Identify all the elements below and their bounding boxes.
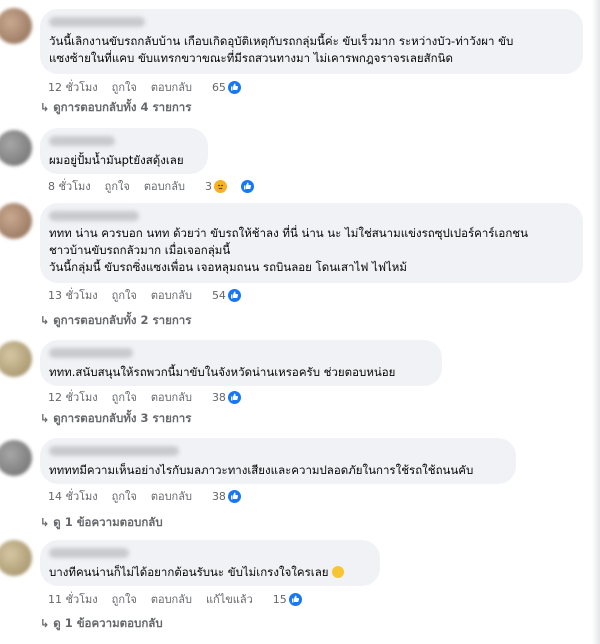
like-icon [227,288,241,302]
timestamp[interactable]: 11 ชั่วโมง [48,590,98,608]
reply-button[interactable]: ตอบกลับ [151,590,192,608]
edited-label: แก้ไขแล้ว [205,593,253,606]
comment-actions: 14 ชั่วโมง ถูกใจ ตอบกลับ 38 [48,487,255,505]
reply-arrow-icon: ↳ [40,101,50,114]
timestamp[interactable]: 8 ชั่วโมง [48,177,91,195]
like-button[interactable]: ถูกใจ [105,177,130,195]
sad-face-emoji-icon [331,566,344,578]
comment-text: ททททมีความเห็นอย่างไรกับมลภาวะทางเสียงแล… [49,463,474,477]
view-replies-link[interactable]: ↳ ดูการตอบกลับทั้ง 3 รายการ [40,410,191,428]
reply-button[interactable]: ตอบกลับ [151,388,192,406]
comment-actions: 12 ชั่วโมง ถูกใจ ตอบกลับ 38 [48,388,255,406]
comment-text: บางทีคนน่านก็ไม่ได้อยากต้อนรับนะ ขับไม่เ… [49,564,368,581]
commenter-name[interactable] [49,446,179,456]
reply-button[interactable]: ตอบกลับ [151,78,192,96]
reply-arrow-icon: ↳ [40,516,50,529]
comment-actions: 8 ชั่วโมง ถูกใจ ตอบกลับ 3 [48,177,268,195]
commenter-name[interactable] [49,211,139,221]
comment-actions: 12 ชั่วโมง ถูกใจ ตอบกลับ 65 [48,78,255,96]
avatar[interactable] [0,130,32,166]
reaction-count[interactable]: 65 [212,80,255,94]
commenter-name[interactable] [49,348,133,358]
comment-bubble: บางทีคนน่านก็ไม่ได้อยากต้อนรับนะ ขับไม่เ… [40,540,380,586]
like-button[interactable]: ถูกใจ [112,286,137,304]
timestamp[interactable]: 12 ชั่วโมง [48,78,98,96]
scroll-edge [592,0,600,644]
comment-bubble: วันนี้เลิกงานขับรถกลับบ้าน เกือบเกิดอุบั… [40,9,583,74]
reaction-count[interactable]: 3 [205,179,268,193]
like-button[interactable]: ถูกใจ [112,388,137,406]
sad-icon [213,179,227,193]
like-button[interactable]: ถูกใจ [112,78,137,96]
comment-text: วันนี้เลิกงานขับรถกลับบ้าน เกือบเกิดอุบั… [49,34,514,65]
comment-bubble: ททท.สนับสนุนให้รถพวกนี้มาขับในจังหวัดน่า… [40,340,442,386]
reaction-count[interactable]: 15 [273,592,316,606]
view-replies-link[interactable]: ↳ ดู 1 ข้อความตอบกลับ [40,615,163,633]
commenter-name[interactable] [49,136,115,146]
reply-arrow-icon: ↳ [40,314,50,327]
view-replies-link[interactable]: ↳ ดูการตอบกลับทั้ง 2 รายการ [40,312,191,330]
like-button[interactable]: ถูกใจ [112,487,137,505]
commenter-name[interactable] [49,548,129,558]
reply-arrow-icon: ↳ [40,617,50,630]
like-icon [288,592,302,606]
timestamp[interactable]: 13 ชั่วโมง [48,286,98,304]
avatar[interactable] [0,203,32,239]
avatar[interactable] [0,341,32,377]
like-button[interactable]: ถูกใจ [112,590,137,608]
reply-button[interactable]: ตอบกลับ [151,487,192,505]
comment-text: ททท.สนับสนุนให้รถพวกนี้มาขับในจังหวัดน่า… [49,365,396,379]
timestamp[interactable]: 12 ชั่วโมง [48,388,98,406]
timestamp[interactable]: 14 ชั่วโมง [48,487,98,505]
reply-arrow-icon: ↳ [40,412,50,425]
comment-bubble: ททท น่าน ควรบอก นทท ด้วยว่า ขับรถให้ช้าล… [40,203,583,283]
commenter-name[interactable] [49,17,145,27]
reply-button[interactable]: ตอบกลับ [151,286,192,304]
comment-text: ททท น่าน ควรบอก นทท ด้วยว่า ขับรถให้ช้าล… [49,226,528,274]
like-icon [227,390,241,404]
comment-bubble: ททททมีความเห็นอย่างไรกับมลภาวะทางเสียงแล… [40,438,516,484]
like-icon [227,80,241,94]
comment-text: ผมอยู่ปั้มน้ำมันptยังสดุ้งเลย [49,153,184,167]
comment-actions: 11 ชั่วโมง ถูกใจ ตอบกลับ แก้ไขแล้ว 15 [48,590,316,608]
reply-button[interactable]: ตอบกลับ [144,177,185,195]
reaction-count[interactable]: 38 [212,390,255,404]
avatar[interactable] [0,8,32,44]
comment-bubble: ผมอยู่ปั้มน้ำมันptยังสดุ้งเลย [40,128,208,174]
view-replies-link[interactable]: ↳ ดูการตอบกลับทั้ง 4 รายการ [40,99,191,117]
avatar[interactable] [0,540,32,576]
like-icon [240,179,254,193]
reaction-count[interactable]: 54 [212,288,255,302]
like-icon [227,489,241,503]
reaction-count[interactable]: 38 [212,489,255,503]
view-replies-link[interactable]: ↳ ดู 1 ข้อความตอบกลับ [40,514,163,532]
comment-actions: 13 ชั่วโมง ถูกใจ ตอบกลับ 54 [48,286,255,304]
avatar[interactable] [0,440,32,476]
